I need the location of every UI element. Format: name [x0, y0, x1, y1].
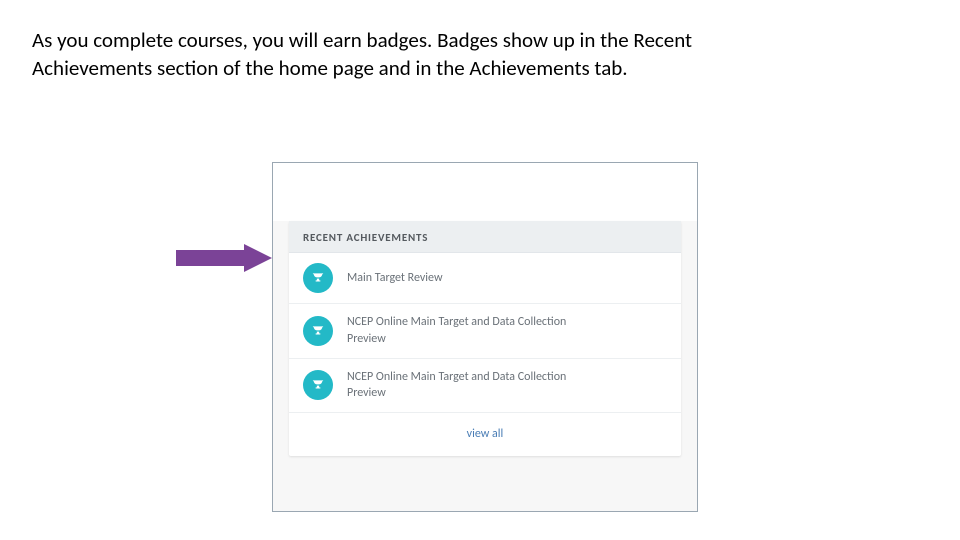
arrow-head-icon: [244, 244, 272, 272]
view-all-container: view all: [289, 413, 681, 456]
achievement-row: NCEP Online Main Target and Data Collect…: [289, 359, 681, 414]
achievement-row: NCEP Online Main Target and Data Collect…: [289, 304, 681, 359]
panel-header: RECENT ACHIEVEMENTS: [289, 221, 681, 253]
screenshot-embed: RECENT ACHIEVEMENTS Main Target Review N…: [272, 162, 698, 512]
callout-arrow: [176, 244, 272, 272]
achievement-title: NCEP Online Main Target and Data Collect…: [347, 369, 607, 403]
instruction-text: As you complete courses, you will earn b…: [32, 26, 752, 83]
trophy-icon: [303, 370, 333, 400]
trophy-icon: [303, 316, 333, 346]
recent-achievements-panel: RECENT ACHIEVEMENTS Main Target Review N…: [289, 221, 681, 456]
view-all-link[interactable]: view all: [467, 427, 504, 441]
embed-whitespace: [273, 163, 697, 221]
achievement-title: NCEP Online Main Target and Data Collect…: [347, 314, 607, 348]
achievement-row: Main Target Review: [289, 253, 681, 304]
achievement-title: Main Target Review: [347, 270, 443, 287]
trophy-icon: [303, 263, 333, 293]
arrow-shaft: [176, 250, 244, 266]
